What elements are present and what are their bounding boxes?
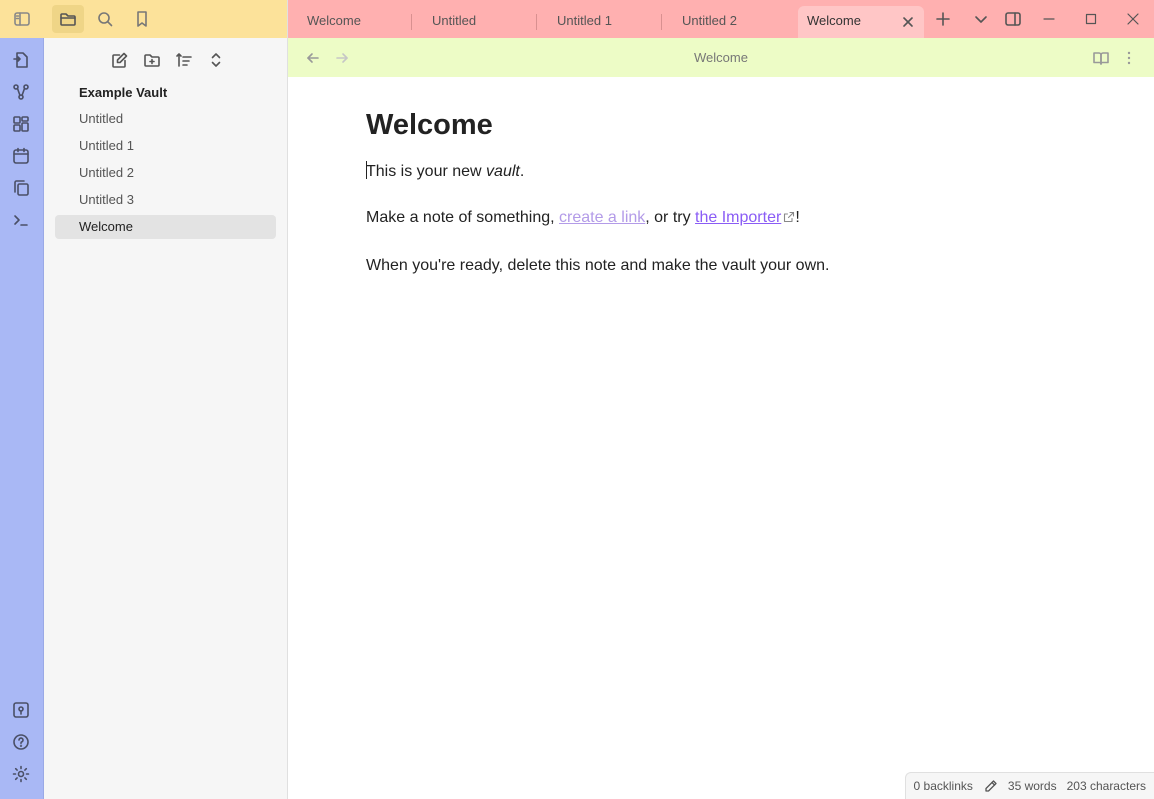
tab-label: Untitled — [432, 13, 477, 28]
file-item-welcome[interactable]: Welcome — [55, 215, 276, 239]
plus-icon — [936, 12, 950, 26]
tab-untitled-2[interactable]: Untitled 2 — [663, 6, 787, 38]
p2-end: ! — [795, 209, 800, 226]
tab-close-button[interactable] — [900, 14, 916, 30]
command-palette-button[interactable] — [10, 209, 32, 231]
file-explorer-actions — [104, 48, 232, 72]
paragraph-2[interactable]: Make a note of something, create a link,… — [366, 209, 800, 227]
p1-end: . — [519, 163, 525, 180]
folder-icon — [60, 13, 76, 26]
external-link-icon — [783, 211, 795, 223]
copy-icon — [14, 180, 29, 196]
more-vertical-icon — [1127, 51, 1131, 65]
quick-switcher-button[interactable] — [10, 49, 32, 71]
maximize-icon — [1085, 13, 1097, 25]
graph-view-button[interactable] — [10, 81, 32, 103]
file-item-untitled-1[interactable]: Untitled 1 — [55, 134, 276, 158]
minimize-icon — [1043, 18, 1055, 20]
backlinks-count[interactable]: 0 backlinks — [914, 779, 973, 793]
external-link[interactable]: the Importer — [695, 209, 781, 226]
file-explorer-sidebar: Example Vault Untitled Untitled 1 Untitl… — [44, 0, 288, 799]
tab-list-button[interactable] — [970, 8, 992, 30]
folder-plus-icon — [144, 54, 160, 67]
bookmark-icon — [137, 11, 147, 27]
sidebar-toggle-icon — [14, 12, 30, 26]
editing-mode-icon[interactable] — [983, 779, 998, 794]
templates-button[interactable] — [10, 177, 32, 199]
canvas-button[interactable] — [10, 113, 32, 135]
tab-untitled[interactable]: Untitled — [413, 6, 537, 38]
terminal-icon — [14, 215, 28, 226]
character-count: 203 characters — [1066, 779, 1146, 793]
canvas-grid-icon — [13, 116, 29, 132]
sidebar-header — [44, 0, 287, 38]
collapse-all-button[interactable] — [200, 48, 232, 72]
new-folder-button[interactable] — [136, 48, 168, 72]
book-open-icon — [1093, 52, 1109, 65]
tab-untitled-1[interactable]: Untitled 1 — [538, 6, 662, 38]
sidebar-right-icon — [1005, 12, 1021, 26]
maximize-window-button[interactable] — [1080, 8, 1102, 30]
files-tab-button[interactable] — [52, 5, 84, 33]
view-header: Welcome — [288, 38, 1154, 77]
file-switch-icon — [13, 52, 28, 68]
chevron-down-icon — [975, 16, 987, 23]
status-bar: 0 backlinks 35 words 203 characters — [904, 772, 1154, 799]
file-list: Untitled Untitled 1 Untitled 2 Untitled … — [55, 107, 276, 242]
tab-label: Welcome — [307, 13, 361, 28]
vault-name[interactable]: Example Vault — [79, 85, 167, 100]
chevrons-up-down-icon — [211, 53, 221, 67]
close-icon — [903, 17, 913, 27]
tab-label: Untitled 1 — [557, 13, 612, 28]
search-tab-button[interactable] — [89, 5, 121, 33]
word-count: 35 words — [1007, 779, 1057, 793]
file-item-untitled-3[interactable]: Untitled 3 — [55, 188, 276, 212]
tab-label: Welcome — [807, 13, 861, 28]
p2-text: Make a note of something, — [366, 209, 559, 226]
help-button[interactable] — [10, 731, 32, 753]
reading-view-button[interactable] — [1090, 47, 1112, 69]
vault-icon — [13, 702, 29, 718]
left-ribbon — [0, 0, 44, 799]
tab-divider — [661, 14, 662, 30]
more-options-button[interactable] — [1118, 47, 1140, 69]
right-sidebar-toggle-button[interactable] — [1002, 8, 1024, 30]
sidebar-toggle-button[interactable] — [0, 0, 44, 38]
internal-link[interactable]: create a link — [559, 209, 645, 226]
edit-icon — [112, 52, 128, 68]
tab-bar: Welcome Untitled Untitled 1 Untitled 2 W… — [288, 0, 1154, 38]
file-item-untitled[interactable]: Untitled — [55, 107, 276, 131]
vault-switcher-button[interactable] — [10, 699, 32, 721]
file-item-untitled-2[interactable]: Untitled 2 — [55, 161, 276, 185]
daily-note-button[interactable] — [10, 145, 32, 167]
tab-welcome-active[interactable]: Welcome — [798, 6, 924, 38]
help-icon — [13, 734, 29, 750]
gear-icon — [12, 765, 30, 783]
settings-button[interactable] — [10, 763, 32, 785]
tab-divider — [536, 14, 537, 30]
close-window-button[interactable] — [1122, 8, 1144, 30]
close-icon — [1127, 13, 1139, 25]
view-header-title[interactable]: Welcome — [288, 50, 1154, 65]
note-title[interactable]: Welcome — [366, 109, 493, 142]
note-editor[interactable]: Welcome This is your new vault. Make a n… — [288, 77, 1154, 799]
calendar-icon — [13, 147, 29, 164]
tab-divider — [411, 14, 412, 30]
minimize-window-button[interactable] — [1038, 8, 1060, 30]
new-tab-button[interactable] — [932, 8, 954, 30]
sort-button[interactable] — [168, 48, 200, 72]
p1-text: This is your new — [366, 163, 487, 180]
sort-icon — [176, 53, 192, 67]
bookmarks-tab-button[interactable] — [126, 5, 158, 33]
tab-label: Untitled 2 — [682, 13, 737, 28]
paragraph-3[interactable]: When you're ready, delete this note and … — [366, 257, 829, 275]
paragraph-1[interactable]: This is your new vault. — [366, 161, 524, 181]
p1-emphasis: vault — [486, 163, 520, 180]
graph-icon — [13, 84, 29, 100]
p2-middle: , or try — [645, 209, 696, 226]
new-note-button[interactable] — [104, 48, 136, 72]
tab-welcome[interactable]: Welcome — [288, 6, 412, 38]
search-icon — [98, 12, 113, 27]
